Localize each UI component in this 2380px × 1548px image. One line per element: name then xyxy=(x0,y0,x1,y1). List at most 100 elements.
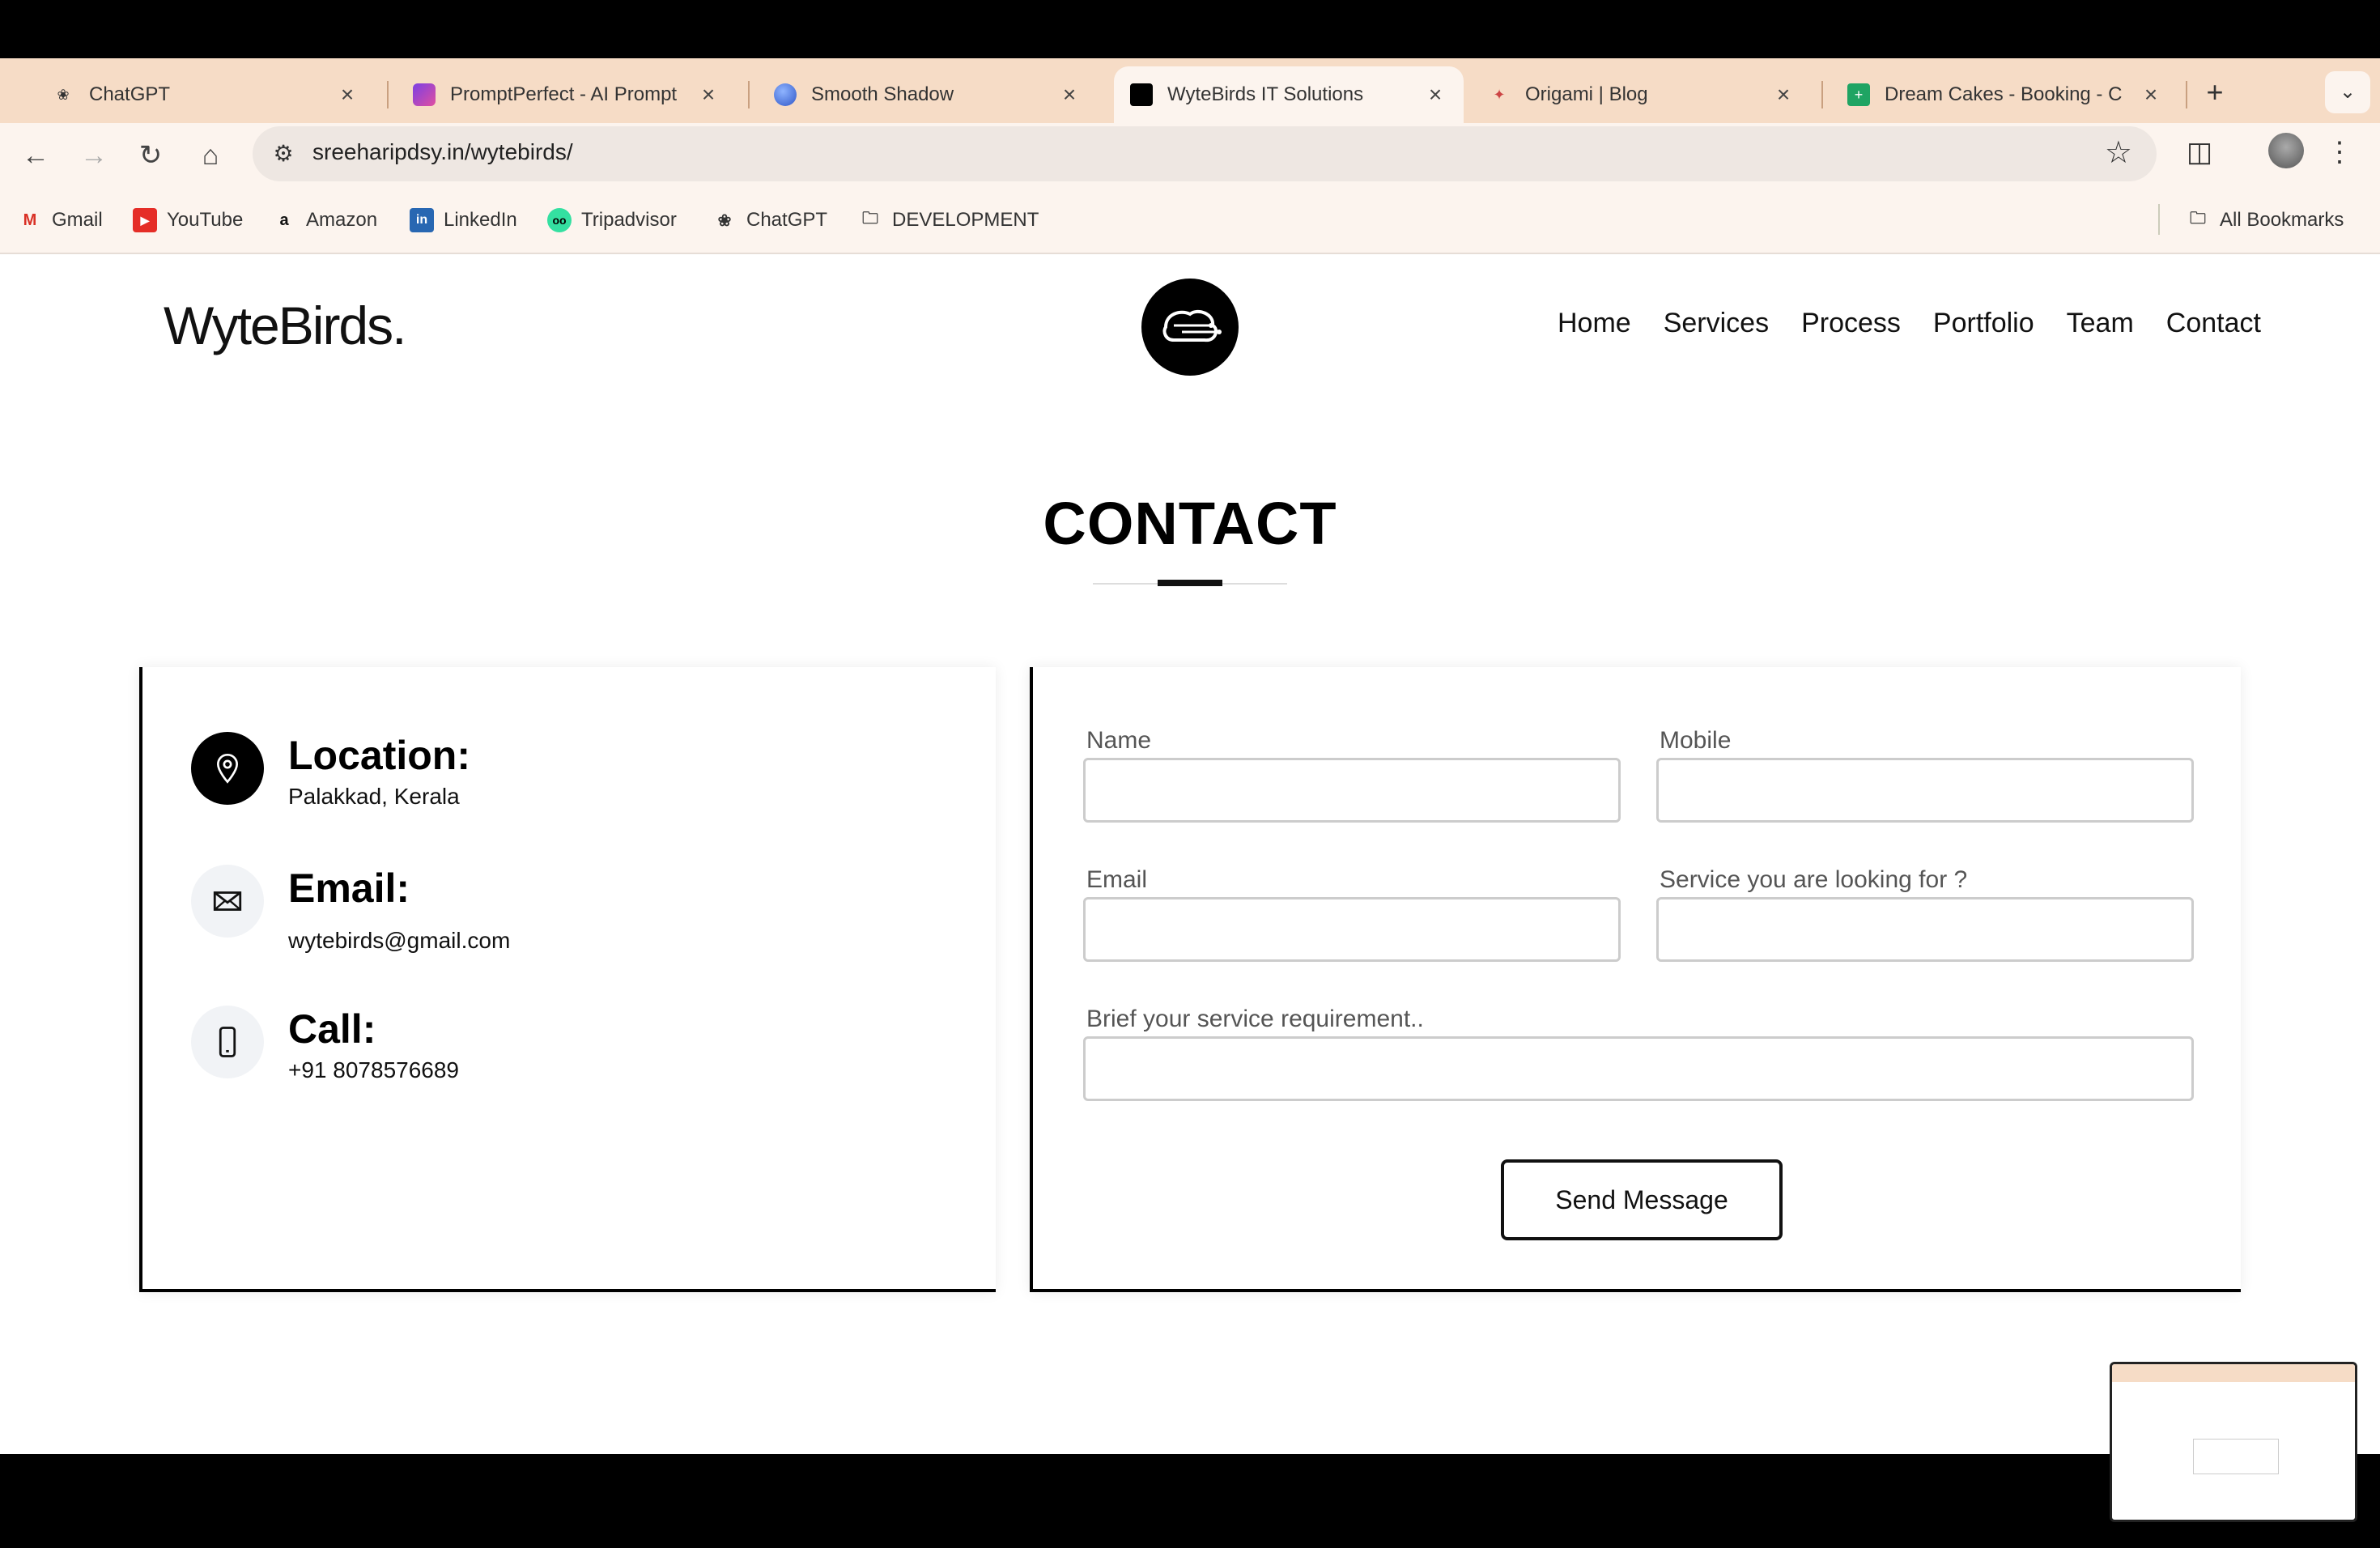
mini-browser-chrome xyxy=(2112,1364,2355,1382)
bookmark-gmail[interactable]: M Gmail xyxy=(18,206,103,235)
bookmark-label: DEVELOPMENT xyxy=(892,209,1039,231)
tab-title: PromptPerfect - AI Prompt xyxy=(450,83,678,105)
chatgpt-icon: ❀ xyxy=(57,86,70,103)
bookmark-label: YouTube xyxy=(167,209,244,231)
envelope-icon xyxy=(191,865,264,938)
close-icon[interactable]: × xyxy=(335,82,359,108)
nav-team[interactable]: Team xyxy=(2067,308,2134,339)
chatgpt-icon: ❀ xyxy=(717,211,732,230)
mobile-input[interactable] xyxy=(1656,758,2194,823)
address-bar[interactable]: ⚙ sreeharipdsy.in/wytebirds/ ☆ xyxy=(253,126,2157,181)
web-page: WyteBirds. Home Services Process Portfol… xyxy=(0,254,2380,1454)
close-icon[interactable]: × xyxy=(1423,82,1447,108)
contact-email: Email: wytebirds@gmail.com xyxy=(191,865,510,954)
browser-chrome: ❀ ChatGPT × PromptPerfect - AI Prompt × … xyxy=(0,58,2380,254)
bookmark-tripadvisor[interactable]: oo Tripadvisor xyxy=(547,206,677,235)
site-settings-icon[interactable]: ⚙ xyxy=(267,138,300,170)
tab-smooth-shadow[interactable]: Smooth Shadow × xyxy=(758,66,1098,123)
contact-call: Call: +91 8078576689 xyxy=(191,1006,459,1083)
tab-promptperfect[interactable]: PromptPerfect - AI Prompt × xyxy=(397,66,737,123)
brand-logo-text[interactable]: WyteBirds. xyxy=(164,295,406,356)
all-bookmarks-button[interactable]: 🗀 All Bookmarks xyxy=(2186,206,2344,235)
promptperfect-icon xyxy=(413,83,436,106)
bookmarks-bar: M Gmail ▶ YouTube a Amazon in LinkedIn o… xyxy=(0,188,2380,254)
bookmark-star-icon[interactable]: ☆ xyxy=(2105,134,2132,171)
location-heading: Location: xyxy=(288,733,470,778)
brief-label: Brief your service requirement.. xyxy=(1086,1006,1424,1032)
bookmark-linkedin[interactable]: in LinkedIn xyxy=(410,206,517,235)
reload-icon[interactable]: ↻ xyxy=(130,134,172,176)
bookmark-development-folder[interactable]: 🗀 DEVELOPMENT xyxy=(858,206,1039,235)
mobile-label: Mobile xyxy=(1660,727,1732,754)
more-menu-icon[interactable]: ⋮ xyxy=(2323,128,2356,176)
wytebirds-icon xyxy=(1130,83,1153,106)
sheets-icon: + xyxy=(1847,83,1870,106)
location-value: Palakkad, Kerala xyxy=(288,784,460,809)
forward-arrow-icon[interactable]: → xyxy=(73,134,115,176)
gmail-icon: M xyxy=(23,211,37,229)
picture-in-picture-preview[interactable] xyxy=(2110,1362,2357,1522)
tab-title: Smooth Shadow xyxy=(811,83,954,105)
bookmark-label: Tripadvisor xyxy=(581,209,677,231)
tab-wytebirds[interactable]: WyteBirds IT Solutions × xyxy=(1114,66,1464,123)
tab-origami[interactable]: ✦ Origami | Blog × xyxy=(1472,66,1812,123)
back-arrow-icon[interactable]: ← xyxy=(15,134,57,176)
location-pin-icon xyxy=(191,732,264,805)
bookmark-chatgpt[interactable]: ❀ ChatGPT xyxy=(712,206,827,235)
new-tab-button[interactable]: + xyxy=(2195,73,2234,112)
tab-search-chevron-icon[interactable]: ⌄ xyxy=(2325,71,2370,113)
phone-icon xyxy=(191,1006,264,1078)
nav-process[interactable]: Process xyxy=(1801,308,1901,339)
url-text[interactable]: sreeharipdsy.in/wytebirds/ xyxy=(312,139,573,165)
close-icon[interactable]: × xyxy=(696,82,720,108)
call-value[interactable]: +91 8078576689 xyxy=(288,1057,459,1083)
tab-chatgpt[interactable]: ❀ ChatGPT × xyxy=(36,66,376,123)
section-title: CONTACT xyxy=(1043,490,1337,557)
send-message-button[interactable]: Send Message xyxy=(1501,1159,1783,1240)
service-input[interactable] xyxy=(1656,897,2194,962)
email-value[interactable]: wytebirds@gmail.com xyxy=(288,928,510,954)
contact-form-card: Name Mobile Email Service you are lookin… xyxy=(1030,667,2241,1292)
name-label: Name xyxy=(1086,727,1152,754)
folder-icon: 🗀 xyxy=(862,210,878,228)
tab-title: Dream Cakes - Booking - C xyxy=(1885,83,2123,105)
bookmark-youtube[interactable]: ▶ YouTube xyxy=(133,206,243,235)
call-heading: Call: xyxy=(288,1006,376,1052)
tab-separator xyxy=(1821,81,1823,108)
tab-separator xyxy=(387,81,389,108)
service-label: Service you are looking for ? xyxy=(1660,866,1968,893)
nav-services[interactable]: Services xyxy=(1664,308,1769,339)
tab-dream-cakes[interactable]: + Dream Cakes - Booking - C × xyxy=(1831,66,2179,123)
nav-portfolio[interactable]: Portfolio xyxy=(1933,308,2034,339)
tab-title: WyteBirds IT Solutions xyxy=(1167,83,1364,105)
wytebirds-logo-icon[interactable] xyxy=(1141,279,1239,376)
email-heading: Email: xyxy=(288,865,410,911)
origami-icon: ✦ xyxy=(1493,86,1506,103)
bookmark-amazon[interactable]: a Amazon xyxy=(272,206,377,235)
tab-strip: ❀ ChatGPT × PromptPerfect - AI Prompt × … xyxy=(0,58,2380,123)
bookmarks-separator xyxy=(2158,204,2160,235)
tab-title: ChatGPT xyxy=(89,83,171,105)
close-icon[interactable]: × xyxy=(2139,82,2163,108)
linkedin-icon: in xyxy=(410,208,434,232)
tab-separator xyxy=(748,81,750,108)
bookmark-label: Amazon xyxy=(306,209,378,231)
close-icon[interactable]: × xyxy=(1057,82,1082,108)
email-input[interactable] xyxy=(1083,897,1621,962)
home-icon[interactable]: ⌂ xyxy=(189,134,232,176)
brief-input[interactable] xyxy=(1083,1036,2194,1101)
title-underline-accent xyxy=(1158,580,1222,586)
profile-avatar[interactable] xyxy=(2268,133,2304,168)
amazon-icon: a xyxy=(279,211,289,229)
extensions-icon[interactable]: ◫ xyxy=(2179,128,2220,176)
tab-title: Origami | Blog xyxy=(1525,83,1648,105)
close-icon[interactable]: × xyxy=(1771,82,1796,108)
screen-top-bar xyxy=(0,0,2380,58)
contact-info-card: Location: Palakkad, Kerala Email: wytebi… xyxy=(139,667,996,1292)
tripadvisor-icon: oo xyxy=(547,208,572,232)
mini-team-card xyxy=(2193,1439,2279,1474)
nav-home[interactable]: Home xyxy=(1558,308,1631,339)
nav-contact[interactable]: Contact xyxy=(2166,308,2261,339)
name-input[interactable] xyxy=(1083,758,1621,823)
contact-location: Location: Palakkad, Kerala xyxy=(191,732,470,810)
